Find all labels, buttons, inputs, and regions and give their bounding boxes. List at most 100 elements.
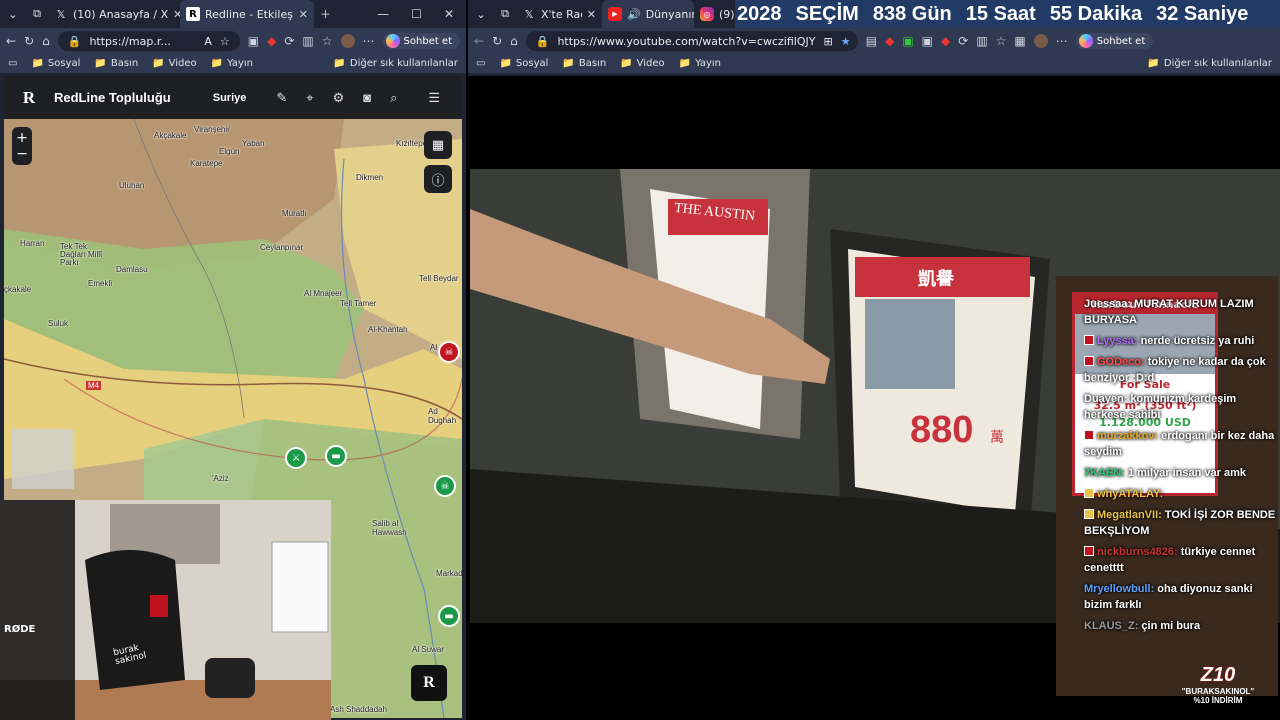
read-aloud-icon[interactable]: A <box>204 35 212 48</box>
more-menu-icon[interactable]: ⋯ <box>1056 34 1068 48</box>
home-icon[interactable]: ⌂ <box>510 34 518 48</box>
tab-actions-menu[interactable]: ⌄ <box>468 0 492 28</box>
reading-list-icon[interactable]: ▭ <box>8 58 17 69</box>
home-icon[interactable]: ⌂ <box>42 34 50 48</box>
chat-message: whyATALAY: <box>1084 486 1276 502</box>
maximize-icon[interactable]: ☐ <box>411 7 422 21</box>
reload-icon[interactable]: ↻ <box>24 34 34 48</box>
chat-username[interactable]: Duayen: <box>1084 393 1127 405</box>
tab-x-home[interactable]: 𝕏 (10) Anasayfa / X ✕ <box>48 0 180 28</box>
chat-username[interactable]: Mryellowbull: <box>1084 583 1154 595</box>
chat-username[interactable]: Lyyssa: <box>1097 335 1138 347</box>
settings-gear-icon[interactable]: ⚙ <box>333 90 345 106</box>
extension-icon[interactable]: ▤ <box>866 34 877 48</box>
skull-marker[interactable]: ☠ <box>434 475 456 497</box>
extension-icon[interactable]: ▣ <box>248 34 259 48</box>
tab-redline[interactable]: R Redline - Etkileşimli Strateji ✕ <box>180 0 314 28</box>
workspaces-button[interactable]: ⧉ <box>492 0 516 28</box>
close-tab-icon[interactable]: ✕ <box>587 8 596 21</box>
install-app-icon[interactable]: ⊞ <box>823 35 832 48</box>
unit-marker[interactable]: ▬ <box>325 445 347 467</box>
close-tab-icon[interactable]: ✕ <box>299 8 308 21</box>
split-view-icon[interactable]: ▥ <box>302 34 313 48</box>
skull-icon: ☠ <box>444 346 454 358</box>
tab-actions-menu[interactable]: ⌄ <box>0 0 24 28</box>
reading-list-icon[interactable]: ▭ <box>476 58 485 69</box>
draw-tool-icon[interactable]: ✎ <box>276 90 287 106</box>
bookmark-yayin[interactable]: 📁 Yayın <box>211 58 253 69</box>
avatar[interactable] <box>340 34 355 48</box>
chat-username[interactable]: murzakkov: <box>1097 430 1158 442</box>
bookmark-sosyal[interactable]: 📁 Sosyal <box>31 58 80 69</box>
place-label: Suluk <box>48 319 69 328</box>
chat-username[interactable]: nickburns4826: <box>1097 546 1178 558</box>
favorite-star-icon[interactable]: ★ <box>841 35 851 48</box>
unit-marker[interactable]: ▬ <box>438 605 460 627</box>
chat-username[interactable]: GODeco: <box>1097 356 1145 368</box>
tab-instagram[interactable]: ◎ (9) I <box>694 0 734 28</box>
other-bookmarks[interactable]: 📁 Diğer sık kullanılanlar <box>333 58 458 69</box>
close-window-icon[interactable]: ✕ <box>444 7 454 21</box>
zoom-in-button[interactable]: + <box>16 130 28 146</box>
location-pin-icon[interactable]: ⌖ <box>306 90 313 106</box>
extension-red-icon[interactable]: ◆ <box>885 34 894 48</box>
hamburger-menu-icon[interactable]: ☰ <box>428 90 440 106</box>
bookmark-video[interactable]: 📁 Video <box>152 58 196 69</box>
copilot-button[interactable]: Sohbet et <box>382 33 460 49</box>
back-icon[interactable]: ← <box>474 34 484 48</box>
chat-username[interactable]: KLAUS_Z: <box>1084 620 1138 632</box>
extension-icon[interactable]: ▣ <box>922 34 933 48</box>
camera-icon[interactable]: ◙ <box>363 90 371 106</box>
search-icon[interactable]: ⌕ <box>390 90 397 106</box>
address-bar: ← ↻ ⌂ 🔒 https://map.r... A ☆ ▣ ◆ ⟳ ▥ ☆ ⋯… <box>0 28 466 54</box>
chat-username[interactable]: Juessaa: <box>1084 298 1131 310</box>
chat-username[interactable]: MegatlanVII: <box>1097 509 1162 521</box>
close-tab-icon[interactable]: ✕ <box>173 8 180 21</box>
bookmark-basin[interactable]: 📁 Basın <box>562 58 606 69</box>
speaker-icon[interactable]: 🔊 <box>627 8 641 21</box>
back-icon[interactable]: ← <box>6 34 16 48</box>
chat-message: Lyyssa: nerde ücretsiz ya ruhi <box>1084 333 1276 349</box>
sync-icon[interactable]: ⟳ <box>284 34 294 48</box>
favorite-star-icon[interactable]: ☆ <box>220 35 230 48</box>
region-selector[interactable]: Suriye <box>213 92 247 104</box>
info-button[interactable]: ⓘ <box>424 165 452 193</box>
bookmark-basin[interactable]: 📁 Basın <box>94 58 138 69</box>
tier-badge-icon <box>1084 509 1094 519</box>
subscriber-badge-icon <box>1084 546 1094 556</box>
favorites-icon[interactable]: ☆ <box>322 34 333 48</box>
workspaces-button[interactable]: ⧉ <box>24 0 48 28</box>
minimize-icon[interactable]: — <box>377 7 389 21</box>
chat-username[interactable]: 7KAEN: <box>1084 467 1125 479</box>
extension-red-icon[interactable]: ◆ <box>267 34 276 48</box>
collections-icon[interactable]: ▦ <box>1014 34 1025 48</box>
avatar[interactable] <box>1033 34 1048 48</box>
tab-x-profile[interactable]: 𝕏 X'te Ragıp Soy ✕ <box>516 0 602 28</box>
redline-logo[interactable]: R <box>18 88 40 108</box>
redline-home-button[interactable]: R <box>411 665 447 701</box>
split-view-icon[interactable]: ▥ <box>976 34 987 48</box>
favorites-icon[interactable]: ☆ <box>996 34 1007 48</box>
sync-icon[interactable]: ⟳ <box>958 34 968 48</box>
bookmark-yayin[interactable]: 📁 Yayın <box>679 58 721 69</box>
bookmark-sosyal[interactable]: 📁 Sosyal <box>499 58 548 69</box>
workspaces-icon: ⧉ <box>501 7 509 20</box>
skull-marker[interactable]: ☠ <box>438 341 460 363</box>
place-label: Yaban <box>242 139 265 148</box>
reload-icon[interactable]: ↻ <box>492 34 502 48</box>
url-field[interactable]: 🔒 https://www.youtube.com/watch?v=cwczif… <box>525 31 858 51</box>
other-bookmarks[interactable]: 📁 Diğer sık kullanılanlar <box>1147 58 1272 69</box>
more-menu-icon[interactable]: ⋯ <box>363 34 375 48</box>
chat-username[interactable]: whyATALAY: <box>1097 488 1163 500</box>
zoom-out-button[interactable]: − <box>16 146 28 162</box>
new-tab-button[interactable]: ＋ <box>314 0 337 28</box>
unit-marker[interactable]: ⚔ <box>285 447 307 469</box>
extension-red-icon[interactable]: ◆ <box>941 34 950 48</box>
bookmark-video[interactable]: 📁 Video <box>620 58 664 69</box>
extension-green-icon[interactable]: ▣ <box>902 34 913 48</box>
map-layers-button[interactable]: ▦ <box>424 131 452 159</box>
tab-youtube[interactable]: ▶ 🔊 Dünyanın <box>602 0 694 28</box>
x-logo-icon: 𝕏 <box>56 7 66 21</box>
copilot-button[interactable]: Sohbet et <box>1075 33 1154 49</box>
url-field[interactable]: 🔒 https://map.r... A ☆ <box>57 31 240 51</box>
